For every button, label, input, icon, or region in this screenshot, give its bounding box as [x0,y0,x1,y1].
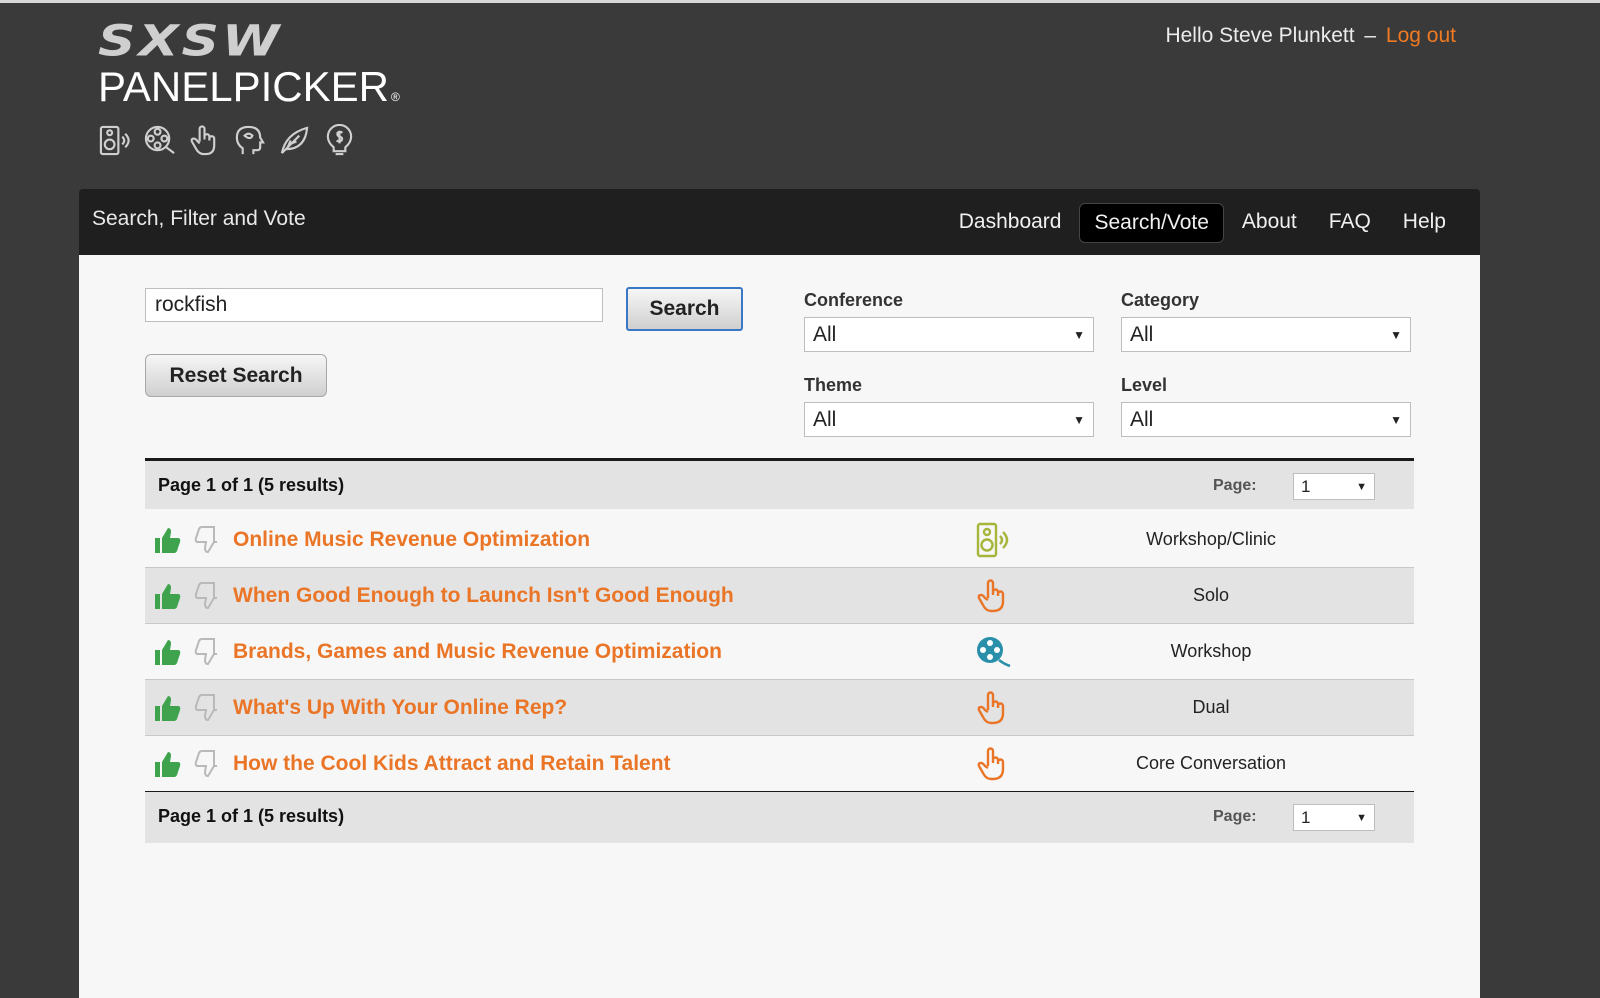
search-button[interactable]: Search [626,287,743,331]
head-profile-icon [235,125,265,155]
interactive-hand-icon [977,579,1005,613]
page-label: Page: [1213,477,1257,494]
level-select-value: All [1130,407,1154,431]
greeting-text: Hello Steve Plunkett [1165,24,1355,47]
thumbs-down-icon[interactable] [193,581,221,611]
music-speaker-icon [976,522,1009,558]
thumbs-down-icon[interactable] [193,749,221,779]
results-pager-top: Page 1 of 1 (5 results) Page: 1 ▼ [145,458,1414,509]
theme-filter: Theme All ▼ [804,375,1094,437]
thumbs-down-icon[interactable] [193,693,221,723]
thumbs-down-icon[interactable] [193,637,221,667]
result-row: Brands, Games and Music Revenue Optimiza… [145,624,1414,680]
results-pager-bottom: Page 1 of 1 (5 results) Page: 1 ▼ [145,792,1414,843]
dropdown-caret-icon: ▼ [1073,412,1085,427]
session-format: Workshop [1170,641,1252,661]
result-title-link[interactable]: What's Up With Your Online Rep? [233,696,567,720]
lightbulb-dollar-icon [326,124,353,156]
conference-select-value: All [813,322,837,346]
page-select[interactable]: 1 ▼ [1293,473,1375,500]
conference-filter: Conference All ▼ [804,290,1094,352]
category-select-value: All [1130,322,1154,346]
theme-select-value: All [813,407,837,431]
logo-panelpicker-text: PANELPICKER ® [98,66,408,118]
search-input[interactable] [145,288,603,322]
speaker-icon [99,125,130,156]
result-row: What's Up With Your Online Rep? Dual [145,680,1414,736]
session-format: Workshop/Clinic [1146,529,1276,549]
dropdown-caret-icon: ▼ [1390,412,1402,427]
main-navigation-bar: Search, Filter and Vote Dashboard Search… [79,189,1480,255]
sxsw-panelpicker-logo[interactable]: SXSW PANELPICKER ® [98,17,408,157]
category-select[interactable]: All ▼ [1121,317,1411,352]
session-format: Dual [1192,697,1230,717]
level-select[interactable]: All ▼ [1121,402,1411,437]
window-top-edge [0,0,1600,3]
interactive-hand-icon [977,691,1005,725]
film-reel-icon [977,637,1011,668]
result-row: When Good Enough to Launch Isn't Good En… [145,568,1414,624]
result-title-link[interactable]: Brands, Games and Music Revenue Optimiza… [233,640,722,664]
page-select-value: 1 [1301,476,1311,496]
result-row: How the Cool Kids Attract and Retain Tal… [145,736,1414,794]
nav-dashboard[interactable]: Dashboard [945,203,1076,243]
session-format: Solo [1192,585,1230,605]
logo-category-icons [98,124,408,157]
nav-help[interactable]: Help [1389,203,1460,243]
result-title-link[interactable]: How the Cool Kids Attract and Retain Tal… [233,752,671,776]
thumbs-up-icon[interactable] [153,749,181,779]
logo-panelpicker-word: PANELPICKER [98,63,389,110]
category-filter-label: Category [1121,290,1200,310]
thumbs-up-icon[interactable] [153,637,181,667]
film-reel-icon [144,125,175,154]
thumbs-up-icon[interactable] [153,693,181,723]
conference-filter-label: Conference [804,290,904,310]
dropdown-caret-icon: ▼ [1390,327,1402,342]
level-filter: Level All ▼ [1121,375,1411,437]
dropdown-caret-icon: ▼ [1356,480,1367,493]
dropdown-caret-icon: ▼ [1073,327,1085,342]
user-greeting: Hello Steve Plunkett – Log out [1165,24,1456,48]
result-title-link[interactable]: Online Music Revenue Optimization [233,528,590,552]
results-count: Page 1 of 1 (5 results) [158,475,345,495]
leaf-icon [280,126,309,154]
logout-link[interactable]: Log out [1386,24,1456,47]
nav-search-vote[interactable]: Search/Vote [1079,203,1224,243]
result-title-link[interactable]: When Good Enough to Launch Isn't Good En… [233,584,734,608]
logo-sxsw-text: SXSW [98,17,283,67]
result-row: Online Music Revenue Optimization Worksh… [145,512,1414,568]
conference-select[interactable]: All ▼ [804,317,1094,352]
theme-filter-label: Theme [804,375,863,395]
page-label: Page: [1213,808,1257,825]
interactive-hand-icon [977,747,1005,781]
main-content-panel: Search Reset Search Conference All ▼ Cat… [79,255,1480,998]
level-filter-label: Level [1121,375,1168,395]
nav-about[interactable]: About [1228,203,1311,243]
page-breadcrumb: Search, Filter and Vote [92,207,306,230]
results-count: Page 1 of 1 (5 results) [158,806,345,826]
theme-select[interactable]: All ▼ [804,402,1094,437]
thumbs-down-icon[interactable] [193,525,221,555]
pointing-hand-icon [190,125,216,156]
nav-links: Dashboard Search/Vote About FAQ Help [945,203,1460,243]
logo-registered-mark: ® [391,90,400,104]
thumbs-up-icon[interactable] [153,525,181,555]
results-list: Online Music Revenue Optimization Worksh… [145,512,1414,794]
reset-search-button[interactable]: Reset Search [145,354,327,397]
page-select-value: 1 [1301,807,1311,827]
category-filter: Category All ▼ [1121,290,1411,352]
nav-faq[interactable]: FAQ [1315,203,1385,243]
session-format: Core Conversation [1135,753,1287,773]
page-select[interactable]: 1 ▼ [1293,804,1375,831]
dropdown-caret-icon: ▼ [1356,811,1367,824]
greeting-separator: – [1364,24,1377,47]
thumbs-up-icon[interactable] [153,581,181,611]
